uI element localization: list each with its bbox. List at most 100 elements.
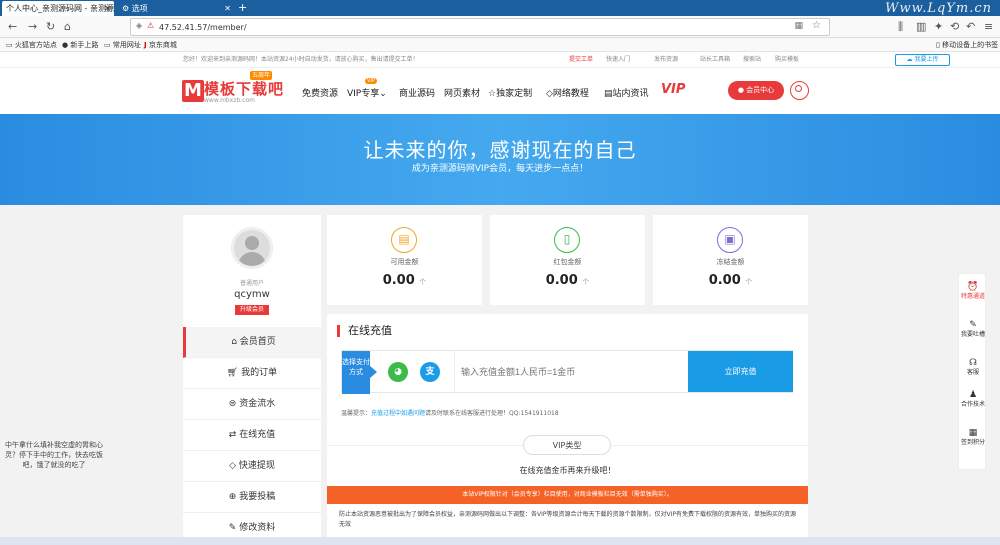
vip-logo[interactable]: VIP — [661, 82, 685, 97]
stat-value: 0.00 个 — [490, 273, 645, 288]
topstrip-link[interactable]: 站长工具箱 — [700, 52, 730, 68]
comment-icon: ✎ — [969, 320, 977, 330]
team-icon: ♟ — [968, 390, 978, 400]
browser-tab-member[interactable]: 个人中心_亲测源码网 - 亲测源码网✕ — [2, 1, 114, 16]
stat-number: 0.00 — [545, 273, 578, 288]
tip-prefix: 温馨提示： — [341, 410, 372, 417]
stat-number: 0.00 — [382, 273, 415, 288]
wechat-pay-icon[interactable]: ◕ — [388, 362, 408, 382]
upload-button[interactable]: ☁ 我要上传 — [895, 54, 950, 66]
avatar[interactable] — [231, 227, 273, 269]
member-menu: ⌂ 会员首页 🛒︎ 我的订单 ⊜ 资金流水 ⇄ 在线充值 ◇ 快速提现 ⊕ 我要… — [183, 327, 321, 545]
stat-label: 红包金额 — [553, 258, 582, 266]
float-item-cooperate[interactable]: ♟ 合作技术 — [959, 390, 987, 408]
menu-label: 会员首页 — [239, 337, 276, 347]
topstrip-link[interactable]: 购买模板 — [775, 52, 799, 68]
news-icon: ▤ — [604, 89, 613, 99]
tip-link[interactable]: 充值过程中如遇问题 — [371, 410, 425, 417]
stat-number: 0.00 — [708, 273, 741, 288]
chevron-down-icon: ⌄ — [379, 89, 387, 99]
nav-item[interactable]: VIP专享⌄ — [347, 86, 387, 99]
upload-label: 我要上传 — [914, 56, 939, 63]
bookmark-item[interactable]: J 京东商城 — [144, 38, 177, 52]
menu-label: 我的订单 — [241, 368, 278, 378]
forward-icon[interactable]: → — [28, 19, 37, 35]
recharge-tip: 温馨提示：充值过程中如遇问题请及时联系在线客服进行处理！QQ:154191101… — [341, 408, 559, 417]
home-icon[interactable]: ⌂ — [64, 19, 71, 35]
float-label: 我要吐槽 — [960, 331, 985, 338]
bookmark-label: 移动设备上的书签 — [942, 41, 999, 49]
float-item-support[interactable]: ☊ 客服 — [959, 358, 987, 376]
topstrip-link[interactable]: 快速入门 — [606, 52, 630, 68]
menu-label: 快速提现 — [238, 461, 275, 471]
reload-icon[interactable]: ↻ — [46, 19, 55, 35]
upgrade-member-button[interactable]: 升级会员 — [235, 305, 269, 315]
menu-item-home[interactable]: ⌂ 会员首页 — [183, 327, 321, 358]
topstrip-link[interactable]: 提交工单 — [569, 52, 593, 68]
nav-label: VIP专享 — [347, 89, 380, 99]
nav-item[interactable]: ☆独家定制 — [488, 86, 532, 99]
close-tab-icon[interactable]: ✕ — [224, 1, 231, 16]
bookmark-item[interactable]: ▭ 常用网址 — [104, 38, 141, 52]
qr-icon[interactable]: ▦ — [794, 21, 803, 31]
menu-item-withdraw[interactable]: ◇ 快速提现 — [183, 451, 321, 482]
float-item-offer[interactable]: ⏰ 特惠通道 — [959, 282, 987, 300]
logo-icon[interactable]: M — [182, 80, 204, 102]
new-tab-icon[interactable]: + — [238, 1, 247, 15]
menu-item-recharge[interactable]: ⇄ 在线充值 — [183, 420, 321, 451]
support-icon: ☊ — [969, 358, 977, 368]
menu-item-submit[interactable]: ⊕ 我要投稿 — [183, 482, 321, 513]
pay-method-label: 选择支付方式 — [342, 351, 370, 394]
nav-item[interactable]: 免费资源 — [302, 86, 338, 99]
logo-text[interactable]: 模板下载吧 — [204, 78, 284, 99]
bookmark-label: 京东商城 — [148, 41, 177, 49]
menu-icon[interactable]: ≡ — [984, 19, 993, 35]
star-icon[interactable]: ☆ — [812, 20, 821, 31]
banner-subtitle: 成为亲测源码网VIP会员，每天进步一点点！ — [411, 164, 589, 174]
nav-label: 站内资讯 — [612, 89, 649, 99]
logo-badge: 五周年 — [250, 71, 273, 80]
undo-icon[interactable]: ↶ — [966, 19, 975, 35]
payment-form: 选择支付方式 ◕ 支 立即充值 — [341, 350, 793, 394]
nav-item[interactable]: ◇网络教程 — [546, 86, 589, 99]
back-icon[interactable]: ← — [8, 19, 17, 35]
nav-item[interactable]: 商业源码 — [399, 86, 435, 99]
site-header: M 模板下载吧 www.mbxzb.com 五周年 免费资源 VIP专享⌄ VI… — [0, 68, 1000, 114]
logo-subtitle: www.mbxzb.com — [204, 97, 255, 104]
withdraw-icon: ◇ — [229, 461, 237, 471]
sidebar-icon[interactable]: ▥ — [916, 19, 926, 35]
float-item-checkin[interactable]: ▦ 签到积分 — [959, 428, 987, 446]
sync-icon[interactable]: ⟲ — [950, 19, 959, 35]
right-float-bar: ⏰ 特惠通道 ✎ 我要吐槽 ☊ 客服 ♟ 合作技术 ▦ 签到积分 — [958, 273, 986, 470]
float-item-feedback[interactable]: ✎ 我要吐槽 — [959, 320, 987, 338]
cap-icon: ◇ — [546, 89, 553, 99]
address-bar[interactable]: ◈ ⚠ 47.52.41.57/member/ ▦ ☆ — [130, 18, 830, 36]
mobile-bookmarks[interactable]: ▯ 移动设备上的书签 — [936, 38, 998, 52]
browser-tab-options[interactable]: ⚙ 选项 ✕ — [118, 1, 234, 16]
menu-item-orders[interactable]: 🛒︎ 我的订单 — [183, 358, 321, 389]
nav-item[interactable]: ▤站内资讯 — [604, 86, 649, 99]
close-tab-icon[interactable]: ✕ — [104, 1, 111, 16]
bookmark-label: 火狐官方站点 — [14, 41, 57, 49]
search-icon[interactable] — [790, 81, 809, 100]
member-center-button[interactable]: ● 会员中心 — [728, 81, 784, 100]
recharge-icon: ⇄ — [228, 430, 237, 440]
username: qcymw — [234, 289, 270, 300]
bookmark-item[interactable]: ▭ 火狐官方站点 — [6, 38, 57, 52]
topstrip-link[interactable]: 发布资源 — [654, 52, 678, 68]
nav-item[interactable]: 网页素材 — [444, 86, 480, 99]
recharge-button[interactable]: 立即充值 — [688, 351, 793, 392]
tab-title: 选项 — [131, 4, 148, 13]
lunch-reminder: 中午拿什么填补我空虚的胃和心灵？停下手中的工作，快去吃饭吧，饿了就没的吃了 — [5, 441, 103, 469]
amount-input[interactable] — [454, 351, 687, 392]
topstrip-link[interactable]: 搜索站 — [743, 52, 761, 68]
member-button-label: 会员中心 — [746, 86, 775, 94]
coin-icon: ⊜ — [228, 399, 237, 409]
library-icon[interactable]: ⫼ — [898, 19, 903, 35]
menu-item-funds[interactable]: ⊜ 资金流水 — [183, 389, 321, 420]
submit-icon: ⊕ — [228, 492, 237, 502]
alipay-icon[interactable]: 支 — [420, 362, 440, 382]
extension-icon[interactable]: ✦ — [934, 19, 943, 35]
bookmark-item[interactable]: ● 新手上路 — [62, 38, 98, 52]
stat-card-frozen: ▣ 冻结金额 0.00 个 — [653, 215, 808, 305]
